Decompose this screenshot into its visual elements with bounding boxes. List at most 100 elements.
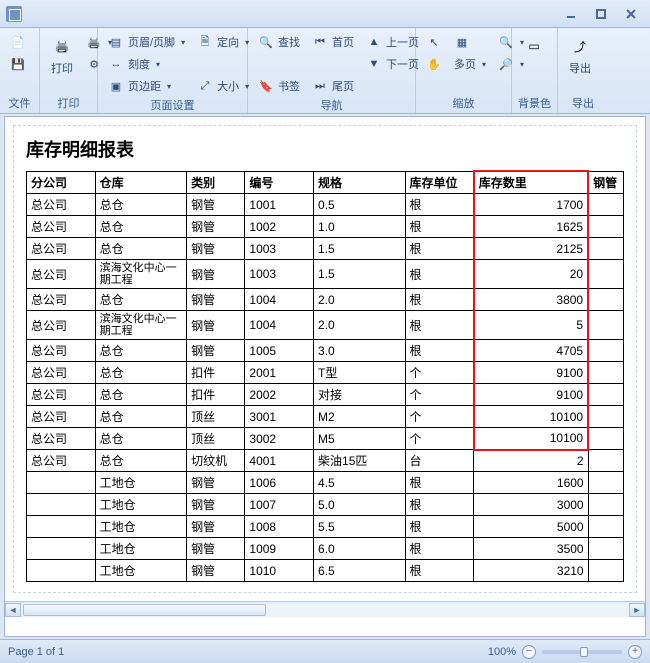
table-cell: 总仓 bbox=[95, 428, 187, 450]
margins-button[interactable]: ▣页边距▾ bbox=[104, 76, 189, 96]
table-cell bbox=[588, 560, 623, 582]
title-bar bbox=[0, 0, 650, 28]
first-page-button[interactable]: ⏮首页 bbox=[308, 32, 358, 52]
next-page-button[interactable]: ▼下一页 bbox=[362, 54, 423, 74]
last-page-button[interactable]: ⏭尾页 bbox=[308, 76, 358, 96]
table-cell: 3500 bbox=[474, 538, 588, 560]
table-cell: 3.0 bbox=[314, 340, 406, 362]
export-button[interactable]: ⤴ 导出 bbox=[564, 32, 596, 78]
table-cell: 总仓 bbox=[95, 340, 187, 362]
last-page-icon: ⏭ bbox=[312, 78, 328, 94]
new-button[interactable]: 📄 bbox=[6, 32, 30, 52]
bgcolor-button[interactable]: ▭ bbox=[518, 32, 550, 60]
size-button[interactable]: ⤢大小▾ bbox=[193, 76, 253, 96]
report-page: 库存明细报表 分公司仓库类别编号规格库存单位库存数里钢管总公司总仓钢管10010… bbox=[13, 125, 637, 593]
bgcolor-icon: ▭ bbox=[522, 34, 546, 58]
save-button[interactable]: 💾 bbox=[6, 54, 30, 74]
many-page-button[interactable]: 多页▾ bbox=[450, 54, 490, 74]
zoom-minus-button[interactable]: − bbox=[522, 645, 536, 659]
group-export-label: 导出 bbox=[564, 94, 602, 111]
pointer-tool-button[interactable]: ↖ bbox=[422, 32, 446, 52]
close-button[interactable] bbox=[618, 6, 644, 22]
table-cell: 5.0 bbox=[314, 494, 406, 516]
scale-button[interactable]: ↔刻度▾ bbox=[104, 54, 189, 74]
table-cell: 5 bbox=[474, 311, 588, 340]
header-footer-button[interactable]: ▤页眉/页脚▾ bbox=[104, 32, 189, 52]
orientation-button[interactable]: 🗎定向▾ bbox=[193, 32, 253, 52]
table-cell: 根 bbox=[405, 194, 474, 216]
table-cell: 2 bbox=[474, 450, 588, 472]
table-row: 总公司总仓钢管10031.5根2125 bbox=[27, 238, 624, 260]
table-cell: 钢管 bbox=[187, 560, 245, 582]
column-header: 库存数里 bbox=[474, 171, 588, 194]
scale-icon: ↔ bbox=[108, 56, 124, 72]
table-cell: 滨海文化中心一期工程 bbox=[95, 260, 187, 289]
table-cell: 根 bbox=[405, 516, 474, 538]
group-print-label: 打印 bbox=[46, 94, 91, 111]
table-cell: 总公司 bbox=[27, 362, 96, 384]
scroll-thumb[interactable] bbox=[23, 604, 266, 616]
table-cell: 4705 bbox=[474, 340, 588, 362]
table-cell: M2 bbox=[314, 406, 406, 428]
table-cell: 总仓 bbox=[95, 216, 187, 238]
table-cell bbox=[27, 560, 96, 582]
table-cell bbox=[588, 362, 623, 384]
table-cell: T型 bbox=[314, 362, 406, 384]
table-row: 工地仓钢管10106.5根3210 bbox=[27, 560, 624, 582]
report-table: 分公司仓库类别编号规格库存单位库存数里钢管总公司总仓钢管10010.5根1700… bbox=[26, 170, 624, 582]
table-row: 工地仓钢管10096.0根3500 bbox=[27, 538, 624, 560]
table-cell bbox=[27, 516, 96, 538]
table-cell bbox=[588, 238, 623, 260]
table-cell: 3002 bbox=[245, 428, 314, 450]
table-cell: 扣件 bbox=[187, 362, 245, 384]
status-bar: Page 1 of 1 100% − + bbox=[0, 639, 650, 663]
column-header: 类别 bbox=[187, 171, 245, 194]
table-cell: 个 bbox=[405, 362, 474, 384]
table-cell: 钢管 bbox=[187, 289, 245, 311]
table-row: 工地仓钢管10075.0根3000 bbox=[27, 494, 624, 516]
table-cell: 1002 bbox=[245, 216, 314, 238]
table-cell: 总公司 bbox=[27, 428, 96, 450]
scroll-track[interactable] bbox=[21, 603, 629, 617]
zoom-slider-thumb[interactable] bbox=[580, 647, 588, 657]
table-cell bbox=[588, 384, 623, 406]
column-header: 钢管 bbox=[588, 171, 623, 194]
document-area[interactable]: 库存明细报表 分公司仓库类别编号规格库存单位库存数里钢管总公司总仓钢管10010… bbox=[4, 116, 646, 637]
table-cell: 工地仓 bbox=[95, 472, 187, 494]
table-cell: 总公司 bbox=[27, 384, 96, 406]
prev-page-button[interactable]: ▲上一页 bbox=[362, 32, 423, 52]
hand-tool-button[interactable]: ✋ bbox=[422, 54, 446, 74]
table-cell: 总仓 bbox=[95, 384, 187, 406]
table-cell: 钢管 bbox=[187, 311, 245, 340]
table-cell: 根 bbox=[405, 311, 474, 340]
scroll-left-button[interactable]: ◄ bbox=[5, 603, 21, 617]
table-row: 工地仓钢管10085.5根5000 bbox=[27, 516, 624, 538]
table-cell: 1.5 bbox=[314, 260, 406, 289]
table-cell: 1003 bbox=[245, 238, 314, 260]
table-cell bbox=[27, 472, 96, 494]
group-file-label: 文件 bbox=[6, 94, 33, 111]
table-cell: 工地仓 bbox=[95, 560, 187, 582]
minimize-button[interactable] bbox=[558, 6, 584, 22]
table-cell: 1625 bbox=[474, 216, 588, 238]
find-button[interactable]: 🔍查找 bbox=[254, 32, 304, 52]
zoom-slider[interactable] bbox=[542, 650, 622, 654]
table-cell: 总仓 bbox=[95, 450, 187, 472]
table-cell: 扣件 bbox=[187, 384, 245, 406]
multipage-button[interactable]: ▦ bbox=[450, 32, 490, 52]
table-cell: 总公司 bbox=[27, 406, 96, 428]
table-cell: 根 bbox=[405, 260, 474, 289]
printer-icon: 🖨️ bbox=[50, 34, 74, 58]
table-cell: 根 bbox=[405, 472, 474, 494]
zoom-plus-button[interactable]: + bbox=[628, 645, 642, 659]
print-button[interactable]: 🖨️ 打印 bbox=[46, 32, 78, 78]
table-cell: 1005 bbox=[245, 340, 314, 362]
export-icon: ⤴ bbox=[568, 34, 592, 58]
maximize-button[interactable] bbox=[588, 6, 614, 22]
table-cell: 3000 bbox=[474, 494, 588, 516]
scroll-right-button[interactable]: ► bbox=[629, 603, 645, 617]
bookmark-button[interactable]: 🔖书签 bbox=[254, 76, 304, 96]
new-doc-icon: 📄 bbox=[10, 34, 26, 50]
table-cell: 1600 bbox=[474, 472, 588, 494]
horizontal-scrollbar[interactable]: ◄ ► bbox=[5, 601, 645, 617]
